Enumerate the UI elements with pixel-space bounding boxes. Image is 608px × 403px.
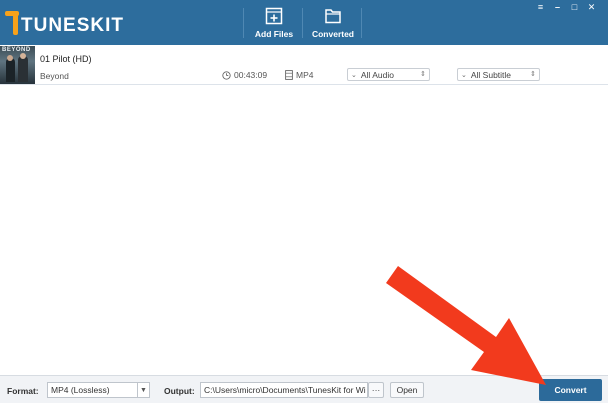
- add-files-button[interactable]: Add Files: [253, 0, 295, 45]
- converted-label: Converted: [311, 29, 355, 39]
- menu-icon[interactable]: ≡: [532, 1, 549, 13]
- audio-select-value: All Audio: [360, 69, 394, 80]
- title-bar: TUNESKIT Add Files Converted ≡ – □ ✕: [0, 0, 608, 45]
- duration: 00:43:09: [222, 70, 267, 80]
- minimize-icon[interactable]: –: [549, 1, 566, 13]
- thumbnail-title: BEYOND: [2, 47, 31, 53]
- format-select[interactable]: MP4 (Lossless) ▼: [47, 382, 150, 398]
- video-title: 01 Pilot (HD): [40, 54, 92, 64]
- red-arrow-shape: [386, 266, 546, 385]
- bottom-bar: Format: MP4 (Lossless) ▼ Output: C:\User…: [0, 375, 608, 403]
- toolbar-separator: [243, 8, 244, 38]
- file-list-row[interactable]: BEYOND 01 Pilot (HD) Beyond 00:43:09 MP4…: [0, 45, 608, 85]
- spinner-arrows-icon: ⇕: [530, 71, 536, 78]
- convert-button[interactable]: Convert: [539, 379, 602, 401]
- close-icon[interactable]: ✕: [583, 1, 600, 13]
- chevron-down-icon: ⌄: [351, 71, 357, 79]
- logo-mark-icon: [5, 11, 23, 35]
- video-series: Beyond: [40, 71, 69, 81]
- subtitle-select-value: All Subtitle: [470, 69, 512, 80]
- app-logo: TUNESKIT: [5, 9, 124, 35]
- output-label: Output:: [164, 386, 195, 396]
- logo-text: TUNESKIT: [21, 15, 124, 36]
- maximize-icon[interactable]: □: [566, 1, 583, 13]
- audio-select[interactable]: ⌄ All Audio ⇕: [347, 68, 430, 81]
- film-icon: [285, 70, 293, 80]
- add-files-label: Add Files: [254, 29, 294, 39]
- output-path-field[interactable]: C:\Users\micro\Documents\TunesKit for Wi: [200, 382, 368, 398]
- open-button[interactable]: Open: [390, 382, 424, 398]
- output-path-value: C:\Users\micro\Documents\TunesKit for Wi: [204, 385, 366, 395]
- toolbar-separator: [361, 8, 362, 38]
- video-thumbnail: BEYOND: [0, 46, 35, 84]
- format-label: Format:: [7, 386, 39, 396]
- folder-icon: [325, 9, 341, 24]
- converted-button[interactable]: Converted: [310, 0, 356, 45]
- window-controls: ≡ – □ ✕: [532, 1, 600, 13]
- format-value: MP4: [296, 70, 314, 80]
- spinner-arrows-icon: ⇕: [420, 71, 426, 78]
- add-file-icon: [265, 7, 283, 25]
- toolbar-separator: [302, 8, 303, 38]
- format-select-value: MP4 (Lossless): [51, 385, 110, 395]
- duration-value: 00:43:09: [234, 70, 268, 80]
- browse-button[interactable]: ···: [368, 382, 384, 398]
- dropdown-arrow-icon: ▼: [137, 383, 149, 397]
- subtitle-select[interactable]: ⌄ All Subtitle ⇕: [457, 68, 540, 81]
- chevron-down-icon: ⌄: [461, 71, 467, 79]
- output-format: MP4: [285, 70, 313, 80]
- clock-icon: [222, 70, 231, 80]
